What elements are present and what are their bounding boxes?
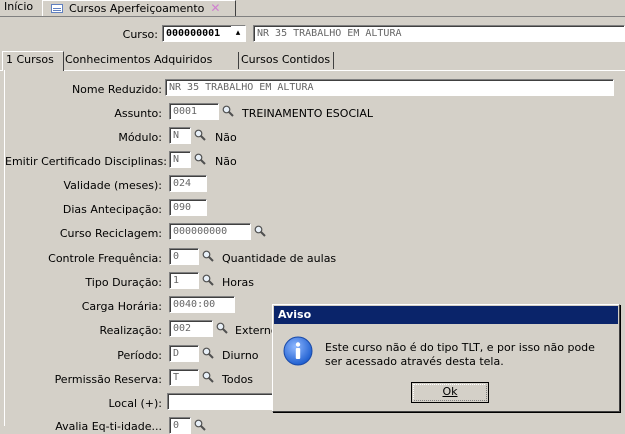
curso-name-field[interactable]: NR 35 TRABALHO EM ALTURA [253, 25, 625, 42]
course-selector-row: Curso: 000000001 ▴ NR 35 TRABALHO EM ALT… [0, 18, 625, 46]
modulo-search-icon[interactable] [191, 127, 209, 144]
tab-inicio[interactable]: Início [0, 0, 47, 15]
curso-label: Curso: [122, 28, 158, 41]
tipo-duracao-field[interactable]: 1 [169, 272, 199, 289]
ok-button-label: Ok [442, 385, 458, 398]
carga-horaria-label: Carga Horária: [81, 300, 162, 313]
permissao-reserva-field[interactable]: T [169, 369, 199, 386]
local-label: Local (+): [108, 397, 162, 410]
tab-cursos-aperfeicoamento[interactable]: Cursos Aperfeiçoamento ✕ [42, 0, 236, 16]
nome-reduzido-label: Nome Reduzido: [71, 83, 162, 96]
controle-frequencia-desc: Quantidade de aulas [222, 252, 337, 265]
assunto-search-icon[interactable] [219, 103, 237, 120]
validade-label: Validade (meses): [63, 179, 163, 192]
tab-cursos-contidos[interactable]: Cursos Contidos [238, 52, 334, 69]
realizacao-field[interactable]: 002 [169, 320, 213, 337]
tab-conhecimentos-adquiridos[interactable]: Conhecimentos Adquiridos [62, 52, 239, 69]
nome-reduzido-field[interactable]: NR 35 TRABALHO EM ALTURA [165, 79, 614, 96]
controle-frequencia-label: Controle Frequência: [48, 252, 162, 265]
emitir-certificado-desc: Não [215, 155, 237, 168]
emitir-certificado-search-icon[interactable] [191, 151, 209, 168]
dias-antecipacao-field[interactable]: 090 [169, 199, 207, 216]
modulo-desc: Não [215, 131, 237, 144]
tab-cursos[interactable]: 1 Cursos [2, 51, 64, 71]
modulo-field[interactable]: N [169, 127, 191, 144]
dias-antecipacao-label: Dias Antecipação: [62, 203, 162, 216]
tab-label: Cursos Aperfeiçoamento [69, 2, 205, 15]
document-icon [51, 3, 63, 13]
assunto-desc: TREINAMENTO ESOCIAL [242, 107, 374, 120]
permissao-reserva-label: Permissão Reserva: [54, 373, 162, 386]
close-icon[interactable]: ✕ [210, 1, 220, 15]
tipo-duracao-label: Tipo Duração: [85, 276, 162, 289]
curso-reciclagem-label: Curso Reciclagem: [59, 227, 162, 240]
emitir-certificado-field[interactable]: N [169, 151, 191, 168]
partial-row-label: Avalia Eq-ti-idade... [55, 420, 162, 433]
curso-reciclagem-search-icon[interactable] [251, 223, 269, 240]
controle-frequencia-search-icon[interactable] [199, 248, 217, 265]
controle-frequencia-field[interactable]: 0 [169, 248, 199, 265]
realizacao-search-icon[interactable] [213, 320, 231, 337]
assunto-label: Assunto: [114, 107, 162, 120]
modulo-label: Módulo: [118, 131, 162, 144]
periodo-search-icon[interactable] [199, 345, 217, 362]
curso-reciclagem-field[interactable]: 000000000 [169, 223, 251, 240]
warning-dialog: Aviso Este curso não é do tipo TLT, e po… [272, 304, 620, 412]
carga-horaria-field[interactable]: 0040:00 [169, 296, 235, 313]
tipo-duracao-desc: Horas [222, 276, 254, 289]
tipo-duracao-search-icon[interactable] [199, 272, 217, 289]
emitir-certificado-label: Emitir Certificado Disciplinas: [5, 155, 167, 168]
validade-field[interactable]: 024 [169, 175, 207, 192]
periodo-desc: Diurno [222, 349, 259, 362]
local-field[interactable] [167, 393, 275, 410]
realizacao-label: Realização: [99, 324, 162, 337]
permissao-reserva-search-icon[interactable] [199, 369, 217, 386]
periodo-field[interactable]: D [169, 345, 199, 362]
periodo-label: Período: [117, 349, 162, 362]
info-icon [283, 336, 313, 366]
ok-button[interactable]: Ok [411, 382, 489, 403]
curso-code-value: 000000001 [166, 28, 221, 39]
assunto-field[interactable]: 0001 [169, 103, 219, 120]
dialog-title: Aviso [274, 306, 618, 324]
permissao-reserva-desc: Todos [222, 373, 254, 386]
document-tab-bar: Início Cursos Aperfeiçoamento ✕ [0, 0, 625, 17]
section-tabs: 1 Cursos Conhecimentos Adquiridos Cursos… [0, 51, 625, 71]
combo-arrow-icon[interactable]: ▴ [231, 26, 245, 41]
dialog-message: Este curso não é do tipo TLT, e por isso… [325, 341, 595, 368]
